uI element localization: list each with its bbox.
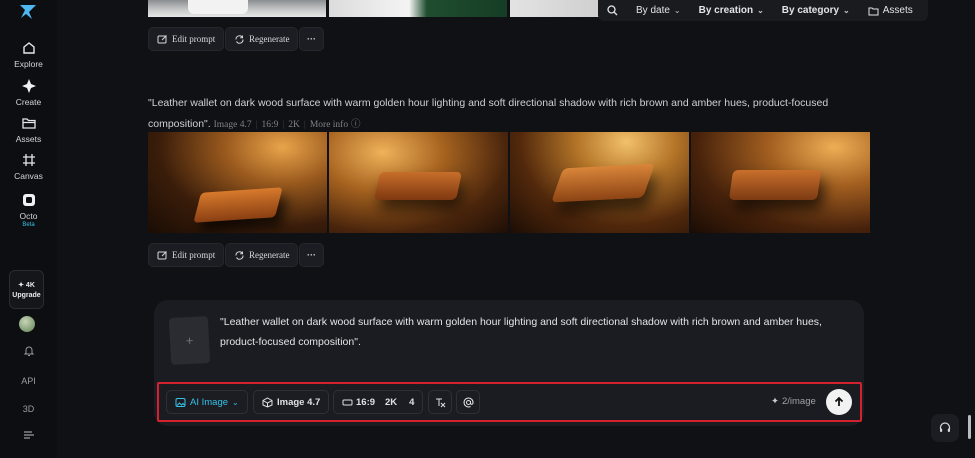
image-count-label: 4 [409, 396, 415, 408]
filter-label: By date [636, 5, 670, 16]
assets-label: Assets [882, 5, 913, 16]
edit-icon [157, 250, 167, 259]
regenerate-label: Regenerate [249, 34, 290, 44]
mode-label: AI Image [190, 396, 229, 408]
sidebar-item-label: Canvas [14, 171, 43, 181]
more-options-button[interactable]: ··· [299, 27, 324, 51]
regenerate-label: Regenerate [249, 250, 290, 260]
edit-icon [157, 34, 167, 43]
octo-icon [22, 194, 35, 206]
upgrade-button[interactable]: ✦ 4K Upgrade [9, 270, 44, 309]
filter-by-category[interactable]: By category ⌄ [782, 5, 850, 16]
send-button[interactable] [826, 389, 852, 415]
filter-label: By category [781, 5, 840, 16]
generation-prompt: "Leather wallet on dark wood surface wit… [148, 97, 829, 130]
credit-cost: ✦ 2/image [771, 396, 816, 407]
regenerate-button[interactable]: Regenerate [225, 243, 299, 267]
sidebar-item-canvas[interactable]: Canvas [0, 152, 57, 181]
filter-by-creation[interactable]: By creation ⌄ [699, 5, 764, 16]
regenerate-button[interactable]: Regenerate [225, 27, 299, 51]
chevron-down-icon: ⌄ [757, 6, 764, 15]
model-selector[interactable]: Image 4.7 [253, 390, 330, 414]
mode-selector[interactable]: AI Image ⌄ [166, 390, 248, 414]
refresh-icon [235, 34, 244, 44]
more-options-button[interactable]: ··· [299, 243, 324, 267]
menu-icon[interactable] [0, 430, 57, 442]
sidebar-item-assets[interactable]: Assets [0, 115, 57, 144]
result-image[interactable] [510, 0, 600, 17]
upgrade-label: Upgrade [12, 291, 41, 299]
resolution-tag: 2K [288, 120, 300, 130]
refresh-icon [235, 250, 244, 260]
edit-prompt-button[interactable]: Edit prompt [148, 243, 225, 267]
model-label: Image 4.7 [277, 396, 321, 408]
filter-bar: By date ⌄ By creation ⌄ By category ⌄ Asset… [598, 0, 928, 21]
result-image[interactable] [148, 0, 326, 17]
edit-prompt-label: Edit prompt [172, 250, 216, 260]
headset-icon [939, 422, 951, 432]
api-link[interactable]: API [0, 376, 57, 386]
folder-icon [868, 7, 879, 15]
ratio-label: 16:9 [356, 396, 376, 408]
chevron-down-icon: ⌄ [232, 397, 239, 407]
credit-cost-label: 2/image [781, 396, 816, 407]
filter-by-date[interactable]: By date ⌄ [636, 5, 681, 16]
model-tag: Image 4.7 [213, 120, 252, 130]
search-icon[interactable] [607, 5, 618, 16]
aspect-ratio-icon [342, 399, 353, 405]
sidebar-item-label: Create [15, 97, 42, 107]
assets-link[interactable]: Assets [868, 5, 913, 16]
image-icon [175, 397, 186, 407]
upload-reference-button[interactable]: + [168, 316, 211, 365]
bell-icon[interactable] [0, 345, 57, 359]
sidebar-item-label: Assets [15, 134, 42, 144]
text-style-icon [435, 398, 445, 407]
resolution-label: 2K [385, 396, 398, 408]
scrollbar[interactable] [968, 415, 971, 439]
mention-button[interactable] [456, 390, 480, 414]
3d-link[interactable]: 3D [0, 404, 57, 414]
output-settings-selector[interactable]: 16:9 2K 4 [333, 390, 424, 414]
more-info-link[interactable]: More info [310, 120, 348, 130]
sidebar-item-label: Explore [14, 59, 43, 69]
chevron-down-icon: ⌄ [843, 6, 850, 15]
upgrade-badge: ✦ 4K [18, 281, 35, 289]
edit-prompt-button[interactable]: Edit prompt [148, 27, 225, 51]
result-image[interactable] [329, 0, 507, 17]
home-icon [22, 42, 35, 54]
sparkle-icon [21, 79, 36, 93]
support-button[interactable] [931, 414, 959, 442]
logo-icon[interactable] [18, 2, 38, 22]
folder-icon [21, 118, 36, 129]
filter-label: By creation [698, 5, 754, 16]
ratio-tag: 16:9 [261, 120, 279, 130]
canvas-icon [22, 154, 35, 166]
sidebar: Explore Create Assets Canvas Octo Beta ✦… [0, 0, 57, 458]
sidebar-item-label: Octo [19, 211, 38, 221]
arrow-up-icon [834, 396, 844, 406]
text-style-button[interactable] [428, 390, 452, 414]
avatar[interactable] [19, 316, 35, 332]
edit-prompt-label: Edit prompt [172, 34, 216, 44]
sidebar-item-explore[interactable]: Explore [0, 40, 57, 69]
sidebar-item-create[interactable]: Create [0, 78, 57, 107]
beta-badge: Beta [22, 222, 35, 228]
info-icon: ⓘ [351, 120, 361, 130]
cube-icon [262, 396, 273, 408]
mention-icon [463, 397, 474, 407]
sidebar-item-octo[interactable]: Octo Beta [0, 192, 57, 228]
sparkle-icon: ✦ [771, 396, 779, 407]
result-image[interactable] [148, 132, 327, 233]
result-image[interactable] [329, 132, 508, 233]
result-image[interactable] [510, 132, 689, 233]
chevron-down-icon: ⌄ [673, 6, 681, 15]
prompt-input[interactable]: "Leather wallet on dark wood surface wit… [220, 312, 852, 352]
result-image[interactable] [691, 132, 870, 233]
